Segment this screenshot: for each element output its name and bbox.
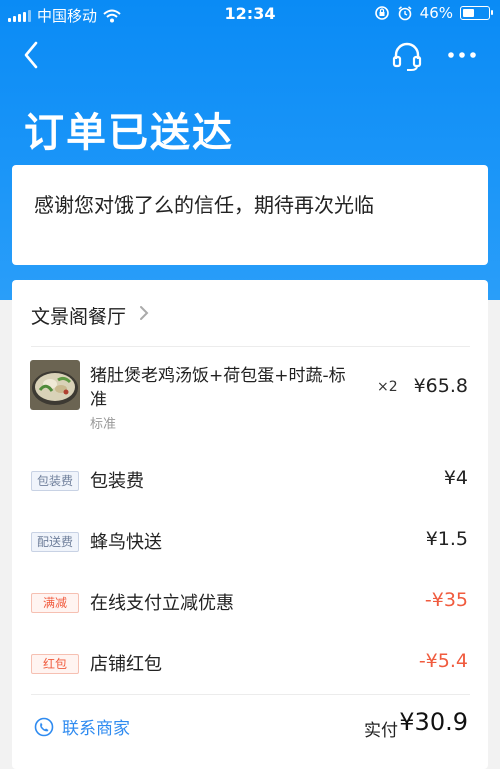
fee-label: 店铺红包 [90,654,162,675]
fee-tag: 包装费 [31,471,79,491]
more-button[interactable] [442,40,482,70]
fee-row: 满减 在线支付立减优惠 -¥35 [12,583,488,623]
shop-name: 文景阁餐厅 [31,306,127,328]
item-quantity: ×2 [377,379,398,395]
paid-amount: ¥30.9 [399,708,468,736]
paid-label: 实付 [364,721,398,741]
battery-percent: 46% [419,4,453,22]
chevron-right-icon [140,306,149,320]
status-bar: 中国移动 12:34 46% [0,0,500,30]
rotation-lock-icon [374,6,389,20]
fee-label: 在线支付立减优惠 [90,593,234,614]
chevron-left-icon [24,41,38,69]
fee-amount: -¥35 [424,589,468,611]
item-spec: 标准 [90,417,117,432]
divider [31,346,470,347]
customer-service-button[interactable] [390,40,424,72]
order-footer: 联系商家 实付 ¥30.9 [12,700,488,750]
headset-icon [392,42,422,71]
nav-bar [0,30,500,80]
alarm-icon [398,6,412,21]
item-name: 猪肚煲老鸡汤饭+荷包蛋+时蔬-标准 [90,366,346,410]
item-price: ¥65.8 [413,375,468,397]
more-dots-icon [448,52,476,58]
fee-row: 配送费 蜂鸟快送 ¥1.5 [12,522,488,562]
phone-icon [34,717,54,736]
fee-label: 包装费 [90,471,144,492]
fee-amount: ¥1.5 [425,528,468,550]
fee-amount: ¥4 [443,467,468,489]
fee-amount: -¥5.4 [418,650,468,672]
fee-tag: 红包 [31,654,79,674]
fee-label: 蜂鸟快送 [90,532,162,553]
order-card: 文景阁餐厅 猪肚煲老鸡汤饭+荷包蛋+时蔬-标准 标准 ×2 ¥65.8 包装费 … [12,280,488,769]
battery-icon [460,6,493,20]
food-thumbnail [30,360,80,410]
contact-merchant-button[interactable]: 联系商家 [34,714,130,739]
fee-tag: 配送费 [31,532,79,552]
thanks-card: 感谢您对饿了么的信任，期待再次光临 [12,165,488,265]
back-button[interactable] [18,38,48,72]
divider [31,694,470,695]
shop-link[interactable]: 文景阁餐厅 [12,280,488,346]
fee-row: 包装费 包装费 ¥4 [12,461,488,501]
fee-row: 红包 店铺红包 -¥5.4 [12,644,488,684]
thanks-message: 感谢您对饿了么的信任，期待再次光临 [34,193,374,217]
fee-tag: 满减 [31,593,79,613]
contact-merchant-label: 联系商家 [62,719,130,739]
page-title: 订单已送达 [24,110,234,156]
